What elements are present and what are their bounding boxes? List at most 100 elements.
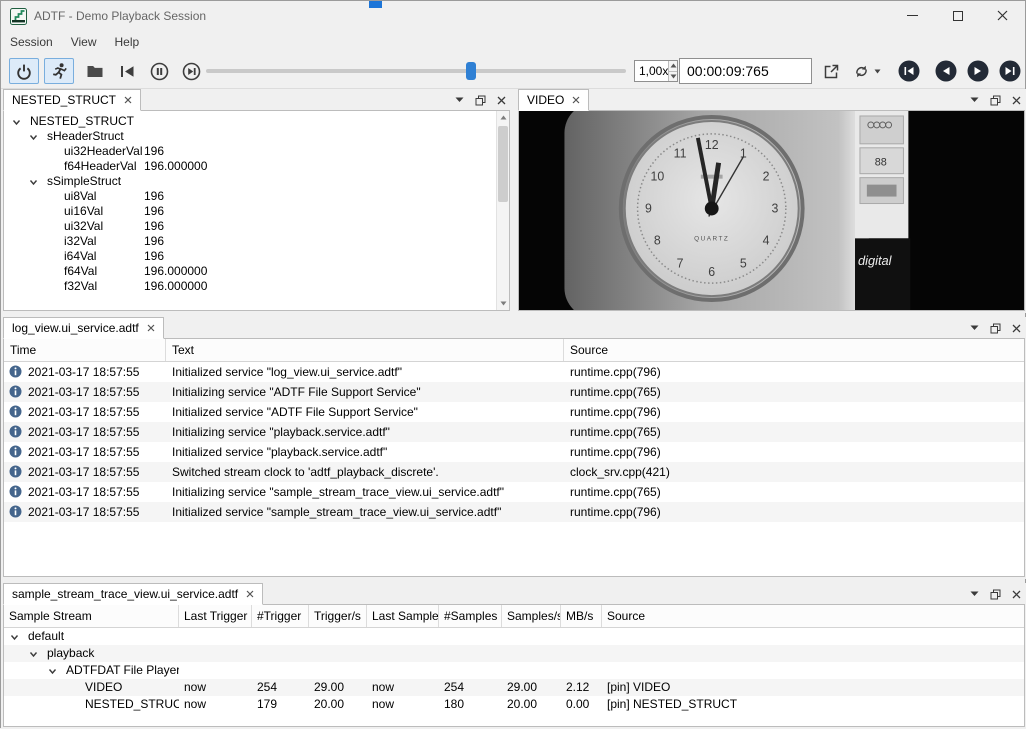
tree-item-label: ui32Val <box>64 219 103 234</box>
log-panel: log_view.ui_service.adtf TimeTextSource … <box>1 317 1026 579</box>
panel-close-icon[interactable] <box>1012 324 1021 333</box>
marker-next-button[interactable] <box>999 60 1021 82</box>
sample-rate-value <box>502 628 561 645</box>
column-header[interactable]: #Samples <box>439 605 502 627</box>
expander-icon[interactable] <box>29 650 38 659</box>
panel-close-icon[interactable] <box>497 96 506 105</box>
tab-close-icon[interactable] <box>246 590 254 598</box>
panel-float-icon[interactable] <box>990 589 1001 600</box>
tree-row[interactable]: ui8Val 196 <box>4 189 509 204</box>
column-header[interactable]: Last Trigger <box>179 605 252 627</box>
tab-log-view[interactable]: log_view.ui_service.adtf <box>3 317 164 339</box>
tree-row[interactable]: NESTED_STRUCT <box>4 114 509 129</box>
power-toggle-button[interactable] <box>9 58 39 84</box>
stream-source-value <box>602 662 1024 679</box>
close-button[interactable] <box>980 1 1025 30</box>
titlebar[interactable]: ADTF - Demo Playback Session <box>1 1 1025 31</box>
marker-prev-button[interactable] <box>898 60 920 82</box>
pause-button[interactable] <box>145 58 173 84</box>
step-back-button[interactable] <box>935 60 957 82</box>
trace-row[interactable]: default <box>4 628 1024 645</box>
minimize-button[interactable] <box>890 1 935 30</box>
skip-to-start-button[interactable] <box>113 58 141 84</box>
tab-trace-view[interactable]: sample_stream_trace_view.ui_service.adtf <box>3 583 263 605</box>
panel-float-icon[interactable] <box>475 95 486 106</box>
tree-row[interactable]: f64HeaderVal 196.000000 <box>4 159 509 174</box>
tree-row[interactable]: i64Val 196 <box>4 249 509 264</box>
column-header[interactable]: Time <box>4 339 166 361</box>
tree-row[interactable]: f64Val 196.000000 <box>4 264 509 279</box>
slider-groove[interactable] <box>206 69 626 73</box>
column-header[interactable]: Text <box>166 339 564 361</box>
maximize-button[interactable] <box>935 1 980 30</box>
tab-nested-struct[interactable]: NESTED_STRUCT <box>3 89 141 111</box>
tab-close-icon[interactable] <box>147 324 155 332</box>
scroll-up-icon[interactable] <box>497 111 509 124</box>
log-row[interactable]: 2021-03-17 18:57:55 Switched stream cloc… <box>4 462 1024 482</box>
trace-row[interactable]: playback <box>4 645 1024 662</box>
trigger-rate-value <box>309 645 367 662</box>
tab-close-icon[interactable] <box>572 96 580 104</box>
expander-icon[interactable] <box>10 633 19 642</box>
expander-icon[interactable] <box>29 178 38 187</box>
speed-spinbox[interactable]: 1,00x <box>634 60 678 82</box>
panel-close-icon[interactable] <box>1012 96 1021 105</box>
expander-icon[interactable] <box>48 667 57 676</box>
trace-row[interactable]: VIDEO now 254 29.00 now 254 29.00 2.12 [… <box>4 679 1024 696</box>
step-forward-button[interactable] <box>967 60 989 82</box>
panel-menu-icon[interactable] <box>970 591 979 597</box>
log-row[interactable]: 2021-03-17 18:57:55 Initialized service … <box>4 442 1024 462</box>
playback-time-field[interactable]: 00:00:09:765 <box>679 58 812 84</box>
detach-button[interactable] <box>817 58 845 84</box>
panel-float-icon[interactable] <box>990 323 1001 334</box>
panel-menu-icon[interactable] <box>455 97 464 103</box>
playback-slider[interactable] <box>206 62 626 80</box>
column-header[interactable]: Source <box>602 605 1024 627</box>
panel-menu-icon[interactable] <box>970 325 979 331</box>
run-toggle-button[interactable] <box>44 58 74 84</box>
tree-row[interactable]: sSimpleStruct <box>4 174 509 189</box>
log-row[interactable]: 2021-03-17 18:57:55 Initializing service… <box>4 422 1024 442</box>
panel-menu-icon[interactable] <box>970 97 979 103</box>
panel-float-icon[interactable] <box>990 95 1001 106</box>
panel-close-icon[interactable] <box>1012 590 1021 599</box>
log-row[interactable]: 2021-03-17 18:57:55 Initializing service… <box>4 482 1024 502</box>
vertical-scrollbar[interactable] <box>496 111 509 310</box>
log-row[interactable]: 2021-03-17 18:57:55 Initializing service… <box>4 382 1024 402</box>
tree-row[interactable]: f32Val 196.000000 <box>4 279 509 294</box>
menu-item[interactable]: View <box>62 32 106 52</box>
menu-item[interactable]: Session <box>1 32 62 52</box>
tree-row[interactable]: ui32HeaderVal 196 <box>4 144 509 159</box>
open-file-button[interactable] <box>81 58 109 84</box>
log-row[interactable]: 2021-03-17 18:57:55 Initialized service … <box>4 502 1024 522</box>
loop-mode-button[interactable] <box>847 58 885 84</box>
skip-to-end-button[interactable] <box>177 58 205 84</box>
scrollbar-thumb[interactable] <box>498 126 508 202</box>
column-header[interactable]: MB/s <box>561 605 602 627</box>
tree-row[interactable]: ui32Val 196 <box>4 219 509 234</box>
column-header[interactable]: Trigger/s <box>309 605 367 627</box>
expander-icon[interactable] <box>12 118 21 127</box>
log-table: TimeTextSource 2021-03-17 18:57:55 Initi… <box>3 338 1025 577</box>
tree-row[interactable]: sHeaderStruct <box>4 129 509 144</box>
tree-row[interactable]: i32Val 196 <box>4 234 509 249</box>
playback-slider-handle[interactable] <box>466 62 476 80</box>
expander-icon[interactable] <box>29 133 38 142</box>
menu-item[interactable]: Help <box>106 32 149 52</box>
log-time: 2021-03-17 18:57:55 <box>28 485 139 499</box>
tab-video[interactable]: VIDEO <box>518 89 589 111</box>
speed-down-button[interactable] <box>669 71 677 82</box>
column-header[interactable]: Source <box>564 339 1024 361</box>
trace-row[interactable]: ADTFDAT File Player <box>4 662 1024 679</box>
tab-close-icon[interactable] <box>124 96 132 104</box>
tree-row[interactable]: ui16Val 196 <box>4 204 509 219</box>
column-header[interactable]: Sample Stream <box>4 605 179 627</box>
trace-row[interactable]: NESTED_STRUCT now 179 20.00 now 180 20.0… <box>4 696 1024 713</box>
column-header[interactable]: Last Sample <box>367 605 439 627</box>
speed-up-button[interactable] <box>669 61 677 71</box>
log-row[interactable]: 2021-03-17 18:57:55 Initialized service … <box>4 402 1024 422</box>
scroll-down-icon[interactable] <box>497 297 509 310</box>
column-header[interactable]: Samples/s <box>502 605 561 627</box>
column-header[interactable]: #Trigger <box>252 605 309 627</box>
log-row[interactable]: 2021-03-17 18:57:55 Initialized service … <box>4 362 1024 382</box>
